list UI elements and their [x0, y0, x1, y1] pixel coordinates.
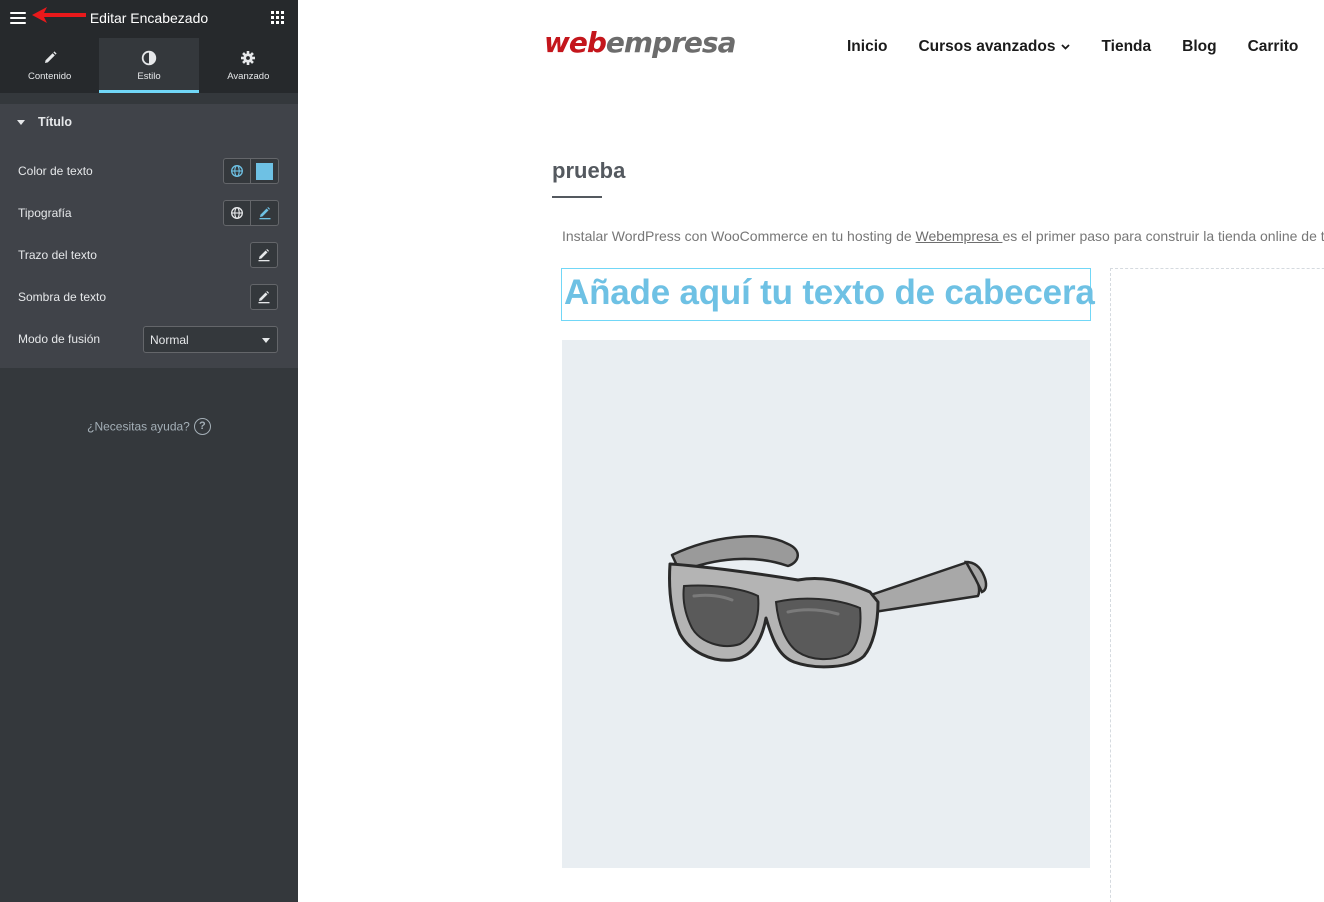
- text-stroke-label: Trazo del texto: [18, 248, 97, 262]
- text-shadow-label: Sombra de texto: [18, 290, 107, 304]
- section-titulo-toggle[interactable]: Título: [0, 104, 298, 142]
- typography-edit-button[interactable]: [251, 200, 279, 226]
- red-arrow-annotation-icon: [32, 7, 86, 23]
- typography-label: Tipografía: [18, 206, 72, 220]
- empty-column-placeholder[interactable]: [1110, 268, 1324, 902]
- question-circle-icon: ?: [193, 418, 211, 435]
- contrast-icon: [141, 50, 157, 66]
- nav-item-cursos-avanzados[interactable]: Cursos avanzados: [918, 38, 1071, 58]
- style-controls: Color de texto Tipografía Trazo del text…: [0, 142, 298, 368]
- heading-widget[interactable]: Añade aquí tu texto de cabecera: [561, 268, 1095, 321]
- webempresa-logo[interactable]: webempresa: [544, 26, 744, 66]
- tab-contenido[interactable]: Contenido: [0, 38, 99, 93]
- nav-item-tienda[interactable]: Tienda: [1101, 38, 1151, 58]
- nav-item-carrito[interactable]: Carrito: [1248, 38, 1299, 58]
- editor-panel: Editar Encabezado Contenido Estilo Avanz…: [0, 0, 298, 902]
- help-text: ¿Necesitas ayuda?: [87, 419, 190, 434]
- gear-icon: [241, 51, 256, 65]
- help-link[interactable]: ¿Necesitas ayuda??: [0, 418, 298, 435]
- nav-label: Inicio: [847, 38, 888, 55]
- panel-header: Editar Encabezado: [0, 0, 298, 38]
- intro-paragraph: Instalar WordPress con WooCommerce en tu…: [562, 228, 1324, 244]
- blend-mode-value: Normal: [150, 333, 189, 347]
- main-nav: Inicio Cursos avanzados Tienda Blog Carr…: [847, 38, 1324, 58]
- pencil-icon: [259, 207, 270, 220]
- logo-text-part2: empresa: [605, 26, 737, 59]
- hamburger-menu-icon[interactable]: [8, 7, 30, 29]
- pencil-icon: [44, 51, 57, 63]
- heading-text[interactable]: Añade aquí tu texto de cabecera: [564, 273, 1095, 313]
- webempresa-link[interactable]: Webempresa: [916, 228, 1003, 244]
- nav-item-blog[interactable]: Blog: [1182, 38, 1216, 58]
- pencil-icon: [258, 249, 270, 262]
- nav-label: Blog: [1182, 38, 1217, 55]
- caret-down-icon: [17, 120, 25, 125]
- logo-text-part1: web: [544, 26, 607, 59]
- nav-item-inicio[interactable]: Inicio: [847, 38, 887, 58]
- nav-label: Tienda: [1101, 38, 1152, 55]
- sunglasses-illustration: [668, 535, 988, 669]
- text-shadow-edit-button[interactable]: [250, 284, 278, 310]
- product-image[interactable]: [562, 340, 1090, 868]
- text-color-picker[interactable]: [251, 158, 279, 184]
- intro-text-after: es el primer paso para construir la tien…: [1002, 228, 1324, 244]
- logo-text: webempresa: [544, 26, 737, 59]
- intro-text-before: Instalar WordPress con WooCommerce en tu…: [562, 228, 916, 244]
- tab-avanzado[interactable]: Avanzado: [199, 38, 298, 93]
- tab-label: Estilo: [137, 71, 161, 82]
- text-stroke-edit-button[interactable]: [250, 242, 278, 268]
- section-title: Título: [38, 115, 73, 129]
- global-colors-button[interactable]: [223, 158, 251, 184]
- chevron-down-icon: [262, 338, 270, 343]
- panel-tabs: Contenido Estilo Avanzado: [0, 38, 298, 93]
- color-swatch: [256, 163, 273, 180]
- text-color-label: Color de texto: [18, 164, 93, 178]
- blend-mode-label: Modo de fusión: [18, 332, 101, 346]
- nav-label: Carrito: [1247, 38, 1299, 55]
- tab-estilo[interactable]: Estilo: [99, 38, 199, 93]
- title-underline: [552, 196, 602, 198]
- global-fonts-button[interactable]: [223, 200, 251, 226]
- tab-label: Avanzado: [227, 71, 270, 82]
- apps-grid-icon[interactable]: [271, 11, 285, 25]
- globe-icon: [231, 207, 243, 219]
- page-title: prueba: [552, 158, 626, 183]
- nav-label: Cursos avanzados: [918, 38, 1056, 55]
- globe-icon: [231, 165, 243, 177]
- chevron-down-icon: [1061, 44, 1071, 50]
- pencil-icon: [258, 291, 270, 304]
- tab-label: Contenido: [28, 71, 72, 82]
- page-preview: webempresa Inicio Cursos avanzados Tiend…: [298, 0, 1324, 902]
- blend-mode-select[interactable]: Normal: [143, 326, 278, 353]
